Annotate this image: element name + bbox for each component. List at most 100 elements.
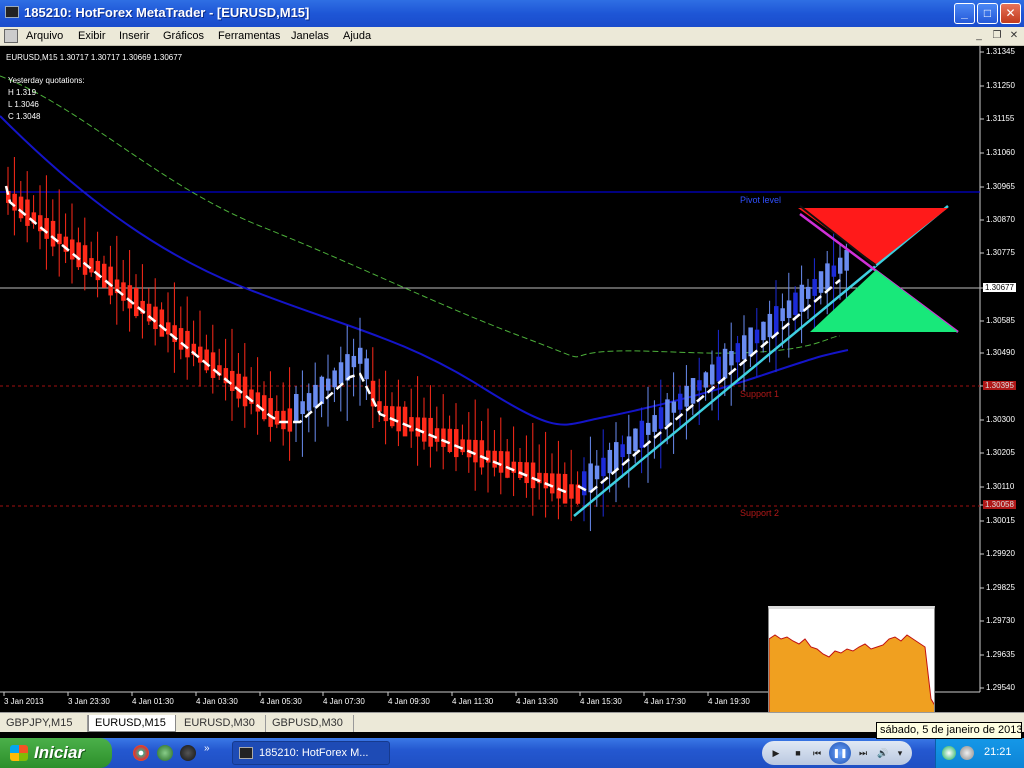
menu-inserir[interactable]: Inserir (119, 30, 150, 42)
pause-icon[interactable]: ❚❚ (829, 742, 851, 764)
maximize-button[interactable]: □ (977, 3, 998, 24)
tab-gbpusd-m30[interactable]: GBPUSD,M30 (266, 715, 354, 732)
candle-body (242, 376, 248, 407)
close-button[interactable]: ✕ (1000, 3, 1021, 24)
candle-body (748, 327, 753, 357)
price-tick-label: 1.29540 (986, 683, 1015, 692)
tab-eurusd-m30[interactable]: EURUSD,M30 (178, 715, 266, 732)
yesterday-title: Yesterday quotations: (8, 76, 85, 85)
candle-body (626, 436, 632, 455)
time-tick-label: 4 Jan 17:30 (644, 697, 686, 706)
price-tick-label: 1.30677 (983, 283, 1016, 292)
menu-janelas[interactable]: Janelas (291, 30, 329, 42)
candle-body (415, 417, 421, 437)
time-tick-label: 3 Jan 23:30 (68, 697, 110, 706)
child-restore-button[interactable]: ❐ (990, 29, 1004, 42)
stop-icon[interactable]: ■ (792, 745, 804, 761)
time-tick-label: 4 Jan 05:30 (260, 697, 302, 706)
time-tick-label: 4 Jan 03:30 (196, 697, 238, 706)
price-tick-label: 1.30205 (986, 448, 1015, 457)
candle-body (716, 356, 721, 382)
tab-gbpjpy-m15[interactable]: GBPJPY,M15 (0, 715, 88, 732)
candle-body (454, 429, 459, 458)
candle-body (44, 218, 49, 239)
candle-body (434, 428, 440, 442)
candle-body (466, 439, 472, 458)
candle-body (844, 249, 849, 271)
candle-body (633, 428, 638, 451)
chrome-icon[interactable] (133, 745, 149, 761)
next-icon[interactable]: ⏭ (854, 745, 872, 761)
price-tick-label: 1.29825 (986, 583, 1015, 592)
candle-body (12, 193, 17, 211)
candle-body (562, 473, 568, 504)
candle-body (761, 321, 766, 341)
candle-body (594, 465, 600, 480)
candle-body (18, 196, 24, 219)
minimize-button[interactable]: _ (954, 3, 975, 24)
menu-ferramentas[interactable]: Ferramentas (218, 30, 280, 42)
child-close-button[interactable]: ✕ (1007, 29, 1021, 42)
candle-body (690, 378, 696, 404)
candle-body (588, 463, 593, 493)
candle-body (70, 239, 75, 260)
chevron-icon[interactable]: » (204, 743, 214, 754)
candle-body (364, 358, 369, 380)
child-minimize-button[interactable]: _ (972, 29, 986, 42)
time-tick-label: 4 Jan 19:30 (708, 697, 750, 706)
candle-body (441, 428, 446, 447)
menu-exibir[interactable]: Exibir (78, 30, 106, 42)
candle-body (153, 306, 158, 330)
candle-body (486, 450, 491, 463)
candle-body (134, 288, 139, 317)
tab-eurusd-m15[interactable]: EURUSD,M15 (88, 715, 176, 732)
candle-body (767, 313, 773, 338)
candle-body (530, 462, 536, 489)
quicklaunch-icon[interactable] (157, 745, 173, 761)
menu-arquivo[interactable]: Arquivo (26, 30, 63, 42)
media-menu-icon[interactable]: ▾ (894, 745, 906, 761)
candle-body (812, 279, 817, 296)
candle-body (50, 220, 56, 247)
candle-body (806, 286, 811, 299)
menu-ajuda[interactable]: Ajuda (343, 30, 371, 42)
candle-body (614, 442, 619, 471)
volume-icon[interactable]: 🔊 (874, 745, 892, 761)
candle-body (262, 395, 267, 420)
price-tick-label: 1.30585 (986, 316, 1015, 325)
tray-app-icon[interactable] (942, 746, 956, 760)
title-bar[interactable]: 185210: HotForex MetaTrader - [EURUSD,M1… (0, 0, 1024, 27)
candle-body (428, 417, 433, 447)
candle-body (447, 428, 453, 452)
candle-body (127, 285, 133, 309)
previous-icon[interactable]: ⏮ (808, 745, 826, 761)
candle-body (780, 308, 785, 322)
candle-body (505, 451, 510, 478)
chart-window-icon[interactable] (4, 29, 18, 43)
start-button[interactable]: Iniciar (0, 738, 112, 768)
tray-network-icon[interactable] (960, 746, 974, 760)
candle-body (166, 322, 171, 335)
trend-line-up (573, 205, 949, 517)
candle-body (319, 376, 325, 404)
windows-logo-icon (10, 745, 28, 761)
media-restore-icon[interactable]: ▶ (768, 745, 784, 761)
candle-body (729, 350, 734, 366)
candle-body (121, 282, 126, 301)
candle-body (377, 401, 382, 412)
quicklaunch-app-icon[interactable] (180, 745, 196, 761)
candle-body (402, 406, 408, 437)
candle-body (383, 405, 389, 422)
triangle-red (798, 208, 948, 264)
system-tray: 21:21 (935, 738, 1024, 768)
candle-body (89, 258, 94, 273)
app-icon[interactable] (5, 6, 19, 18)
smoothed-ha-line (4, 185, 571, 495)
candle-body (396, 406, 401, 432)
clock[interactable]: 21:21 (984, 746, 1012, 758)
menu-graficos[interactable]: Gráficos (163, 30, 204, 42)
candle-body (57, 233, 62, 245)
price-tick-label: 1.30775 (986, 248, 1015, 257)
taskbar-metatrader-button[interactable]: 185210: HotForex M... (232, 741, 390, 765)
yesterday-low: L 1.3046 (8, 100, 39, 109)
